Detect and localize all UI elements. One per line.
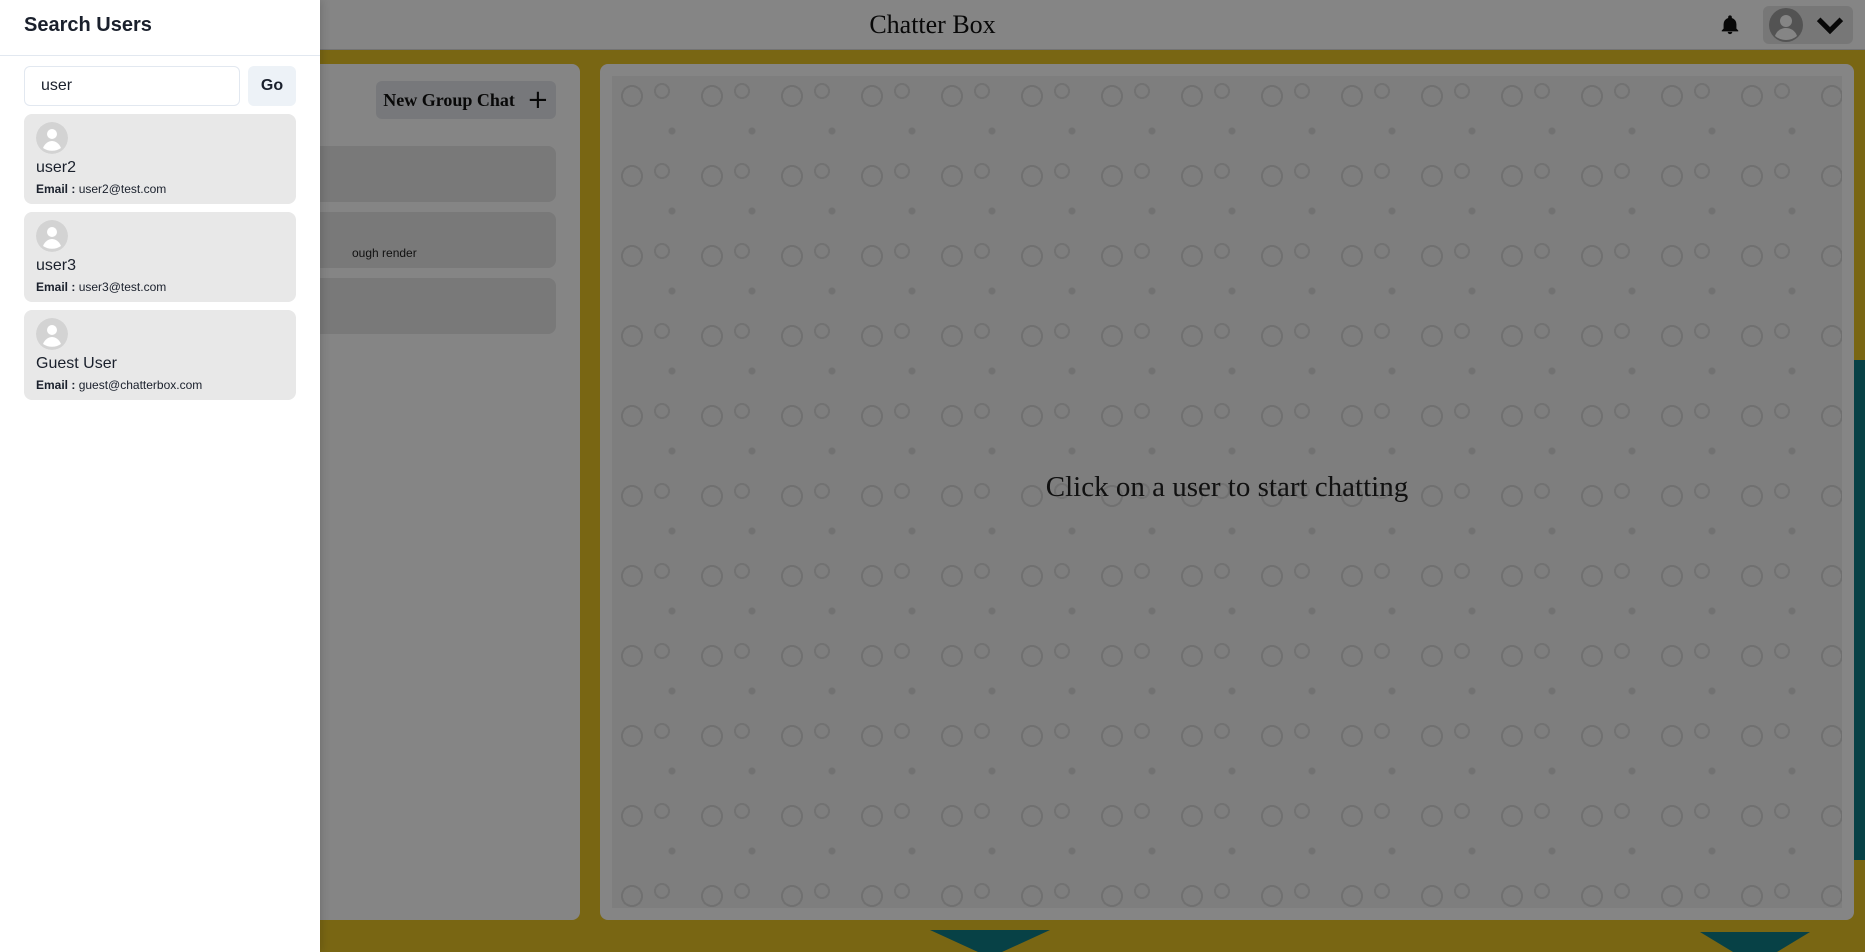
user-avatar-icon	[36, 122, 68, 154]
user-email: Email : guest@chatterbox.com	[36, 378, 284, 392]
search-users-drawer: Search Users Go user2 Email : user2@test…	[0, 0, 320, 952]
user-email: Email : user2@test.com	[36, 182, 284, 196]
user-avatar-icon	[36, 318, 68, 350]
search-input[interactable]	[24, 66, 240, 106]
search-row: Go	[0, 56, 320, 106]
drawer-title: Search Users	[0, 0, 320, 56]
email-value: guest@chatterbox.com	[78, 378, 203, 392]
user-name: user2	[36, 159, 77, 176]
user-result-item[interactable]: user3 Email : user3@test.com	[24, 212, 296, 302]
user-name: Guest User	[36, 355, 117, 372]
user-avatar-icon	[36, 220, 68, 252]
email-value: user3@test.com	[78, 280, 167, 294]
email-label: Email :	[36, 280, 76, 294]
search-results: user2 Email : user2@test.com user3 Email…	[0, 106, 320, 400]
user-email: Email : user3@test.com	[36, 280, 284, 294]
email-value: user2@test.com	[78, 182, 167, 196]
user-result-item[interactable]: user2 Email : user2@test.com	[24, 114, 296, 204]
email-label: Email :	[36, 378, 76, 392]
user-result-item[interactable]: Guest User Email : guest@chatterbox.com	[24, 310, 296, 400]
email-label: Email :	[36, 182, 76, 196]
user-name: user3	[36, 257, 77, 274]
go-button[interactable]: Go	[248, 66, 296, 106]
